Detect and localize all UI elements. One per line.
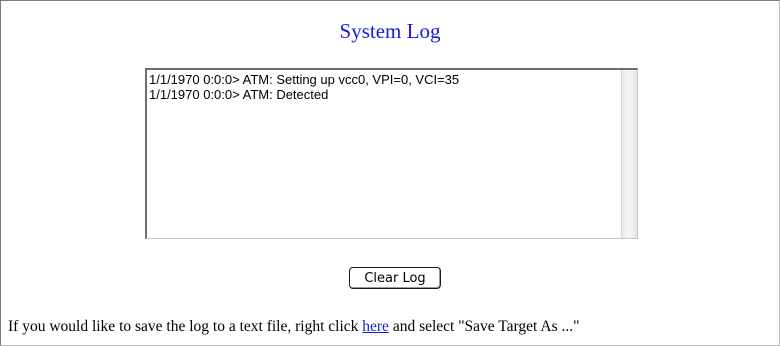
log-content: 1/1/1970 0:0:0> ATM: Setting up vcc0, VP… bbox=[149, 72, 621, 102]
page-title: System Log bbox=[339, 19, 441, 43]
log-line: 1/1/1970 0:0:0> ATM: Setting up vcc0, VP… bbox=[149, 72, 460, 87]
footer-suffix: and select "Save Target As ..." bbox=[388, 318, 580, 335]
log-line: 1/1/1970 0:0:0> ATM: Detected bbox=[149, 87, 329, 102]
log-scrollbar[interactable] bbox=[621, 70, 637, 238]
save-log-link[interactable]: here bbox=[362, 318, 389, 335]
clear-log-button[interactable]: Clear Log bbox=[349, 267, 441, 289]
log-textarea[interactable]: 1/1/1970 0:0:0> ATM: Setting up vcc0, VP… bbox=[145, 68, 638, 239]
footer-prefix: If you would like to save the log to a t… bbox=[8, 318, 363, 335]
save-log-instructions: If you would like to save the log to a t… bbox=[8, 318, 579, 336]
